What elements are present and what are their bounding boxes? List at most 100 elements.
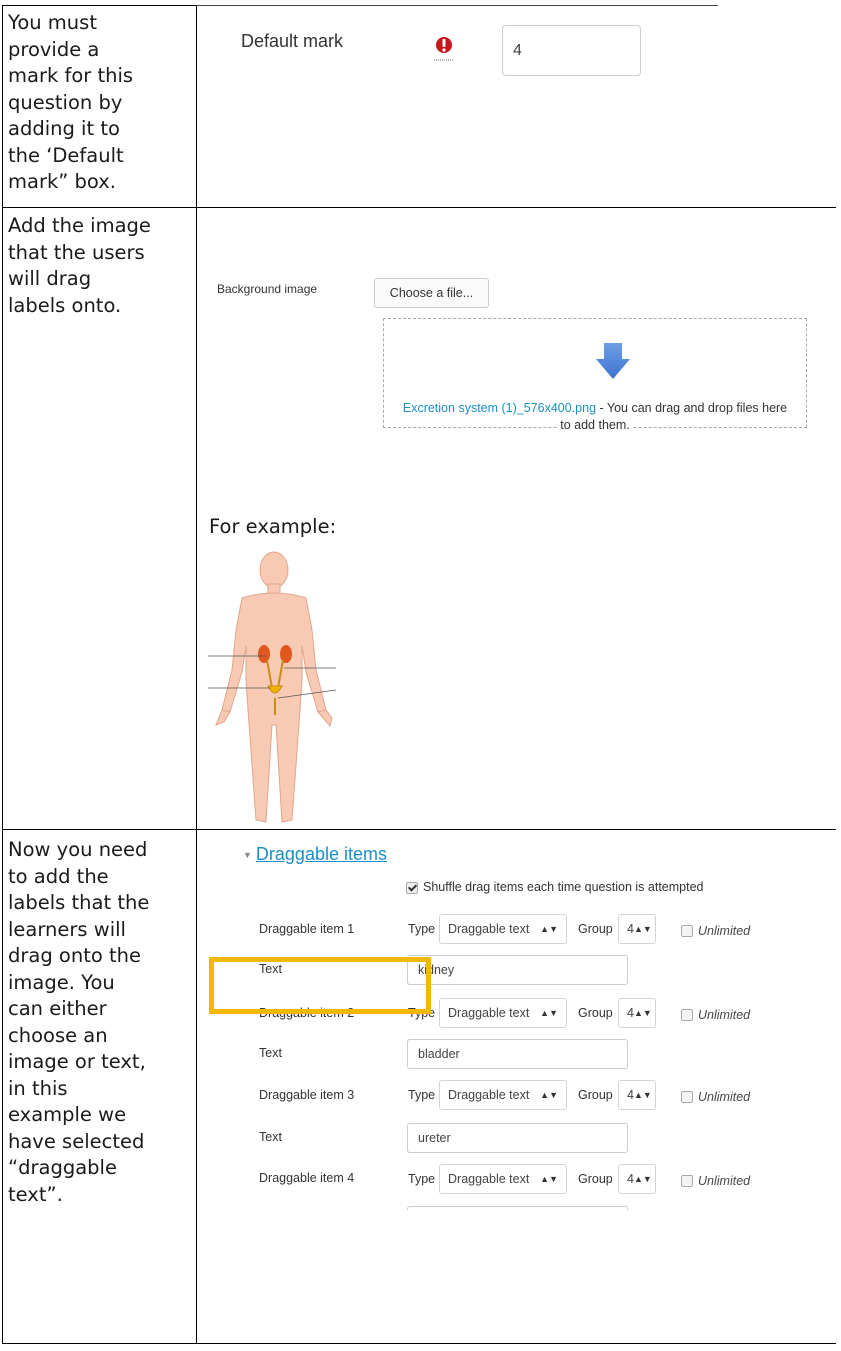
shuffle-checkbox[interactable] bbox=[406, 881, 418, 894]
choose-file-button[interactable]: Choose a file... bbox=[374, 278, 489, 308]
default-mark-input[interactable]: 4 bbox=[502, 25, 641, 76]
draggable-item-label: Draggable item 4 bbox=[259, 1171, 355, 1185]
instruction-line: that the users bbox=[8, 240, 145, 264]
type-select[interactable]: Draggable text ▲▼ bbox=[439, 998, 567, 1028]
drop-zone-hint-line2: to add them. bbox=[384, 418, 806, 432]
group-select[interactable]: 4 ▲▼ bbox=[618, 914, 656, 944]
draggable-text-value: ureter bbox=[418, 1131, 451, 1145]
updown-chevron-icon: ▲▼ bbox=[540, 1008, 558, 1018]
draggable-items-title: Draggable items bbox=[255, 844, 387, 864]
group-label: Group bbox=[578, 1006, 613, 1020]
highlight-box bbox=[209, 957, 431, 1014]
group-label: Group bbox=[578, 1172, 613, 1186]
instruction-line: adding it to bbox=[8, 117, 120, 140]
instruction-line: can either bbox=[8, 997, 107, 1020]
row-divider-2 bbox=[2, 829, 836, 830]
unlimited-checkbox[interactable] bbox=[681, 1090, 693, 1103]
draggable-text-input[interactable]: ureter bbox=[407, 1123, 628, 1153]
exclamation-circle-icon bbox=[432, 34, 456, 62]
table-border-top bbox=[2, 5, 196, 6]
updown-chevron-icon: ▲▼ bbox=[540, 1090, 558, 1100]
instruction-line: learners will bbox=[8, 917, 126, 941]
type-select-value: Draggable text bbox=[448, 1088, 530, 1102]
background-image-label: Background image bbox=[217, 282, 318, 296]
instruction-line: labels that the bbox=[8, 891, 150, 914]
type-select[interactable]: Draggable text ▲▼ bbox=[439, 1164, 567, 1194]
type-select-value: Draggable text bbox=[448, 1006, 530, 1020]
instruction-line: mark” box. bbox=[8, 170, 117, 193]
drop-zone-hint: - You can drag and drop files here bbox=[596, 401, 788, 415]
unlimited-label: Unlimited bbox=[698, 924, 751, 938]
shuffle-option[interactable]: Shuffle drag items each time question is… bbox=[406, 880, 703, 894]
unlimited-checkbox[interactable] bbox=[681, 924, 693, 937]
instruction-line: Add the image bbox=[8, 214, 151, 237]
unlimited-checkbox[interactable] bbox=[681, 1174, 693, 1187]
instruction-line: drag onto the bbox=[8, 944, 141, 967]
instruction-line: the ‘Default bbox=[8, 143, 124, 167]
table-border-bottom bbox=[2, 1343, 836, 1344]
text-label: Text bbox=[259, 1046, 282, 1060]
instruction-draggable-items: Now you need to add the labels that the … bbox=[8, 837, 192, 1208]
group-label: Group bbox=[578, 922, 613, 936]
type-label: Type bbox=[408, 922, 436, 936]
updown-chevron-icon: ▲▼ bbox=[633, 1090, 652, 1100]
drop-zone-hint-text: to add them. bbox=[558, 418, 632, 432]
instruction-line: image or text, bbox=[8, 1050, 146, 1073]
updown-chevron-icon: ▲▼ bbox=[633, 924, 652, 934]
table-border-left bbox=[2, 5, 3, 1344]
instruction-background-image: Add the image that the users will drag l… bbox=[8, 213, 192, 319]
instruction-line: You must bbox=[8, 11, 97, 34]
type-select[interactable]: Draggable text ▲▼ bbox=[439, 1080, 567, 1110]
group-label: Group bbox=[578, 1088, 613, 1102]
group-select[interactable]: 4 ▲▼ bbox=[618, 1080, 656, 1110]
instruction-line: labels onto. bbox=[8, 293, 122, 317]
type-label: Type bbox=[408, 1088, 436, 1102]
instruction-line: text”. bbox=[8, 1182, 63, 1206]
human-excretory-system-illustration bbox=[206, 550, 338, 828]
table-border-top-right bbox=[196, 5, 718, 6]
unlimited-checkbox[interactable] bbox=[681, 1008, 693, 1021]
download-arrow-icon bbox=[596, 343, 630, 379]
group-select[interactable]: 4 ▲▼ bbox=[618, 1164, 656, 1194]
draggable-items-section-header[interactable]: ▼ Draggable items bbox=[243, 844, 387, 865]
group-select-value: 4 bbox=[627, 1088, 634, 1102]
type-label: Type bbox=[408, 1172, 436, 1186]
instruction-line: “draggable bbox=[8, 1156, 117, 1179]
row-divider-1 bbox=[2, 207, 836, 208]
unlimited-option[interactable]: Unlimited bbox=[681, 1170, 750, 1189]
default-mark-label: Default mark bbox=[241, 31, 344, 51]
group-select[interactable]: 4 ▲▼ bbox=[618, 998, 656, 1028]
table-column-divider bbox=[196, 5, 197, 1344]
instruction-line: will drag bbox=[8, 267, 92, 290]
caret-down-icon: ▼ bbox=[243, 850, 252, 861]
instruction-line: question by bbox=[8, 90, 123, 114]
shuffle-label: Shuffle drag items each time question is… bbox=[423, 880, 704, 894]
instruction-line: image. You bbox=[8, 970, 115, 994]
draggable-text-input-partial[interactable] bbox=[407, 1206, 628, 1210]
unlimited-option[interactable]: Unlimited bbox=[681, 1004, 750, 1023]
updown-chevron-icon: ▲▼ bbox=[633, 1174, 652, 1184]
instruction-line: provide a bbox=[8, 37, 100, 61]
unlimited-option[interactable]: Unlimited bbox=[681, 920, 750, 939]
draggable-item-label: Draggable item 3 bbox=[259, 1088, 355, 1102]
draggable-text-input[interactable]: kidney bbox=[407, 955, 628, 985]
instruction-line: choose an bbox=[8, 1023, 108, 1047]
type-select[interactable]: Draggable text ▲▼ bbox=[439, 914, 567, 944]
instruction-line: example we bbox=[8, 1103, 127, 1126]
updown-chevron-icon: ▲▼ bbox=[540, 1174, 558, 1184]
table-border-right bbox=[835, 5, 836, 1344]
type-select-value: Draggable text bbox=[448, 1172, 530, 1186]
group-select-value: 4 bbox=[627, 1172, 634, 1186]
type-select-value: Draggable text bbox=[448, 922, 530, 936]
group-select-value: 4 bbox=[627, 1006, 634, 1020]
instruction-line: have selected bbox=[8, 1129, 145, 1153]
instruction-default-mark: You must provide a mark for this questio… bbox=[8, 10, 192, 196]
draggable-text-input[interactable]: bladder bbox=[407, 1039, 628, 1069]
example-label: For example: bbox=[209, 515, 337, 538]
uploaded-file-link[interactable]: Excretion system (1)_576x400.png bbox=[403, 401, 596, 415]
unlimited-option[interactable]: Unlimited bbox=[681, 1086, 750, 1105]
instruction-line: in this bbox=[8, 1076, 68, 1100]
instruction-line: to add the bbox=[8, 864, 109, 888]
updown-chevron-icon: ▲▼ bbox=[633, 1008, 652, 1018]
draggable-item-label: Draggable item 1 bbox=[259, 922, 355, 936]
